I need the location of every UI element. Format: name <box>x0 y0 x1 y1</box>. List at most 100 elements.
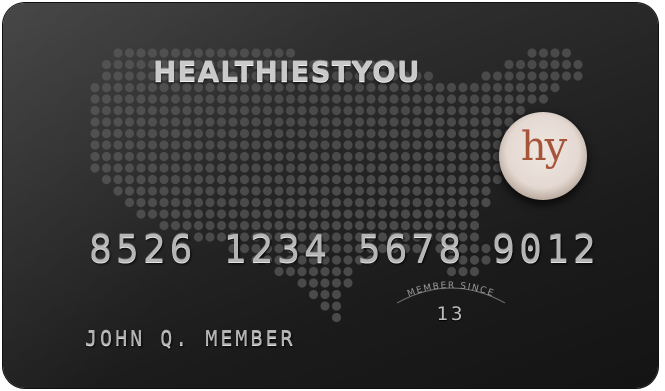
map-dot <box>101 82 112 93</box>
map-dot <box>216 197 227 208</box>
map-dot <box>377 117 388 127</box>
map-dot <box>205 151 215 162</box>
map-dot <box>274 151 284 162</box>
map-dot <box>389 186 399 196</box>
map-dot <box>446 105 457 116</box>
map-dot <box>343 163 353 173</box>
map-dot <box>308 209 319 219</box>
map-dot <box>113 117 123 127</box>
map-dot <box>366 140 376 150</box>
map-dot <box>366 197 376 208</box>
map-dot <box>354 105 365 116</box>
map-dot <box>412 174 422 185</box>
map-dot <box>538 48 549 58</box>
map-dot <box>550 82 560 93</box>
map-dot <box>193 151 204 162</box>
map-dot <box>205 105 215 116</box>
map-dot <box>262 163 273 173</box>
map-dot <box>205 209 215 219</box>
map-dot <box>481 174 491 185</box>
map-dot <box>228 174 238 185</box>
map-dot <box>389 197 399 208</box>
map-dot <box>423 163 434 173</box>
map-dot <box>113 128 123 139</box>
map-dot <box>423 174 434 185</box>
map-dot <box>251 151 261 162</box>
map-dot <box>251 117 261 127</box>
map-dot <box>331 151 342 162</box>
map-dot <box>147 117 158 127</box>
map-dot <box>262 209 273 219</box>
map-dot <box>377 151 388 162</box>
map-dot <box>343 186 353 196</box>
map-dot <box>400 209 411 219</box>
map-dot <box>423 105 434 116</box>
map-dot <box>400 163 411 173</box>
map-dot <box>469 128 480 139</box>
map-dot <box>90 94 100 104</box>
map-dot <box>113 174 123 185</box>
map-dot <box>446 163 457 173</box>
map-dot <box>101 71 112 81</box>
map-dot <box>400 151 411 162</box>
map-dot <box>550 59 560 70</box>
logo-text: hy <box>520 124 567 170</box>
map-dot <box>136 94 146 104</box>
map-dot <box>412 117 422 127</box>
map-dot <box>90 151 100 162</box>
map-dot <box>216 105 227 116</box>
map-dot <box>159 197 169 208</box>
map-dot <box>343 128 353 139</box>
map-dot <box>504 94 514 104</box>
map-dot <box>101 163 112 173</box>
map-dot <box>182 105 192 116</box>
map-dot <box>320 174 330 185</box>
map-dot <box>308 140 319 150</box>
map-dot <box>193 94 204 104</box>
map-dot <box>113 140 123 150</box>
map-dot <box>538 82 549 93</box>
map-dot <box>251 163 261 173</box>
map-dot <box>136 128 146 139</box>
map-dot <box>435 197 445 208</box>
map-dot <box>435 105 445 116</box>
map-dot <box>469 105 480 116</box>
map-dot <box>147 197 158 208</box>
map-dot <box>400 140 411 150</box>
map-dot <box>193 174 204 185</box>
map-dot <box>527 94 537 104</box>
map-dot <box>492 174 503 185</box>
map-dot <box>458 209 468 219</box>
map-dot <box>124 174 135 185</box>
map-dot <box>308 197 319 208</box>
map-dot <box>262 174 273 185</box>
map-dot <box>262 140 273 150</box>
map-dot <box>228 128 238 139</box>
map-dot <box>354 151 365 162</box>
map-dot <box>285 174 296 185</box>
map-dot <box>320 94 330 104</box>
map-dot <box>435 117 445 127</box>
map-dot <box>366 94 376 104</box>
map-dot <box>331 128 342 139</box>
map-dot <box>458 163 468 173</box>
map-dot <box>320 301 330 311</box>
map-dot <box>412 197 422 208</box>
map-dot <box>320 278 330 288</box>
map-dot <box>147 163 158 173</box>
map-dot <box>377 209 388 219</box>
map-dot <box>308 117 319 127</box>
map-dot <box>389 94 399 104</box>
map-dot <box>446 174 457 185</box>
map-dot <box>136 48 146 58</box>
cardholder-name: JOHN Q. MEMBER <box>85 326 296 350</box>
map-dot <box>101 117 112 127</box>
map-dot <box>216 128 227 139</box>
map-dot <box>101 128 112 139</box>
map-dot <box>446 117 457 127</box>
map-dot <box>389 128 399 139</box>
map-dot <box>354 94 365 104</box>
map-dot <box>193 117 204 127</box>
map-dot <box>343 94 353 104</box>
map-dot <box>297 209 307 219</box>
